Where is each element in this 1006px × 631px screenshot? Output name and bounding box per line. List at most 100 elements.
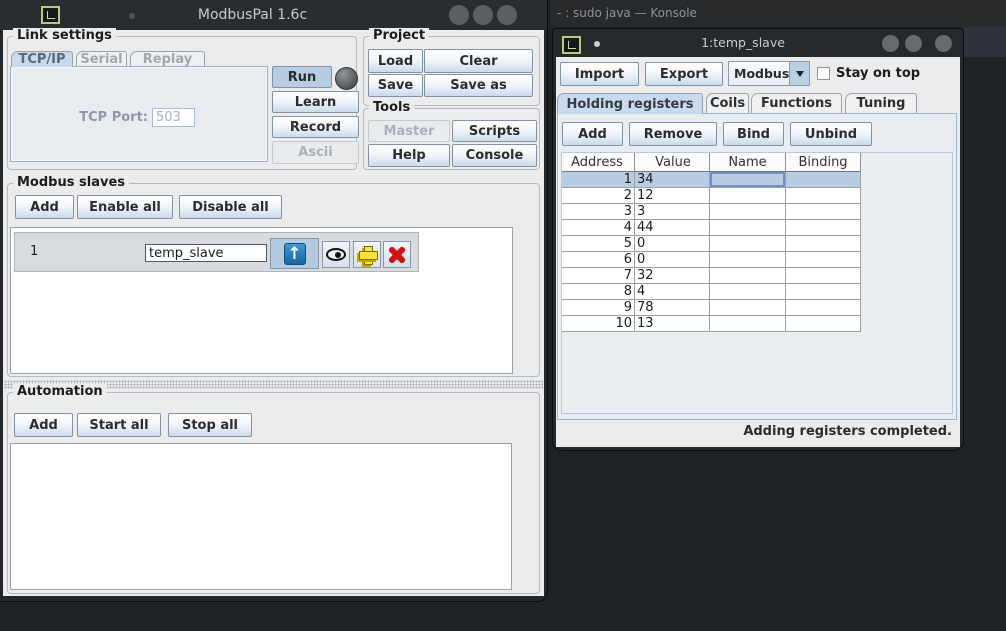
- table-cell[interactable]: 10: [562, 316, 635, 332]
- add-slave-button[interactable]: Add: [15, 195, 74, 219]
- slave-duplicate-button[interactable]: [353, 241, 381, 268]
- table-cell[interactable]: 6: [562, 252, 635, 268]
- start-all-button[interactable]: Start all: [77, 413, 161, 437]
- table-row[interactable]: 978: [562, 300, 861, 316]
- table-cell[interactable]: 1: [562, 172, 635, 188]
- add-automation-button[interactable]: Add: [14, 413, 73, 437]
- table-cell[interactable]: 0: [635, 252, 710, 268]
- table-cell[interactable]: 13: [635, 316, 710, 332]
- konsole-titlebar[interactable]: - : sudo java — Konsole: [551, 0, 1006, 27]
- table-cell[interactable]: [710, 236, 786, 252]
- run-button[interactable]: Run: [272, 66, 332, 88]
- table-cell[interactable]: [710, 172, 786, 188]
- tab-replay[interactable]: Replay: [130, 51, 205, 67]
- table-cell[interactable]: [786, 316, 861, 332]
- modbus-combobox[interactable]: Modbus: [728, 61, 810, 86]
- modbuspal-titlebar[interactable]: ModbusPal 1.6c: [0, 0, 547, 30]
- table-row[interactable]: 1013: [562, 316, 861, 332]
- table-cell[interactable]: 34: [635, 172, 710, 188]
- table-cell[interactable]: [710, 316, 786, 332]
- tab-holding-registers[interactable]: Holding registers: [557, 93, 703, 114]
- table-row[interactable]: 33: [562, 204, 861, 220]
- table-cell[interactable]: [786, 236, 861, 252]
- table-cell[interactable]: 5: [562, 236, 635, 252]
- console-button[interactable]: Console: [452, 144, 537, 167]
- slave-name-field[interactable]: [145, 244, 267, 262]
- record-button[interactable]: Record: [272, 116, 359, 138]
- table-cell[interactable]: [786, 252, 861, 268]
- tcp-port-field[interactable]: [152, 108, 195, 127]
- table-cell[interactable]: 12: [635, 188, 710, 204]
- table-cell[interactable]: [786, 300, 861, 316]
- table-cell[interactable]: [710, 220, 786, 236]
- table-cell[interactable]: [786, 204, 861, 220]
- tab-coils[interactable]: Coils: [706, 93, 749, 113]
- column-header-address[interactable]: Address: [562, 153, 635, 172]
- column-header-value[interactable]: Value: [635, 153, 710, 172]
- table-cell[interactable]: 4: [562, 220, 635, 236]
- table-cell[interactable]: 0: [635, 236, 710, 252]
- table-cell[interactable]: 2: [562, 188, 635, 204]
- close-button[interactable]: [497, 5, 517, 25]
- minimize-button[interactable]: [449, 5, 469, 25]
- slave-titlebar[interactable]: 1:temp_slave: [553, 29, 963, 57]
- table-cell[interactable]: 3: [635, 204, 710, 220]
- table-cell[interactable]: 4: [635, 284, 710, 300]
- stop-all-button[interactable]: Stop all: [168, 413, 252, 437]
- table-cell[interactable]: [786, 188, 861, 204]
- table-row[interactable]: 212: [562, 188, 861, 204]
- stay-on-top-checkbox[interactable]: [817, 67, 830, 80]
- slave-enable-toggle[interactable]: ↑: [270, 238, 319, 269]
- table-cell[interactable]: [710, 252, 786, 268]
- close-button[interactable]: [935, 35, 952, 52]
- help-button[interactable]: Help: [368, 144, 450, 167]
- import-button[interactable]: Import: [560, 62, 639, 86]
- column-header-binding[interactable]: Binding: [786, 153, 861, 172]
- combobox-arrow-button[interactable]: [789, 62, 809, 85]
- table-row[interactable]: 50: [562, 236, 861, 252]
- unbind-button[interactable]: Unbind: [790, 122, 872, 146]
- tab-tuning[interactable]: Tuning: [845, 93, 917, 113]
- tab-serial[interactable]: Serial: [76, 51, 127, 67]
- table-cell[interactable]: [786, 172, 861, 188]
- scripts-button[interactable]: Scripts: [452, 120, 537, 142]
- maximize-button[interactable]: [905, 35, 922, 52]
- table-cell[interactable]: [786, 284, 861, 300]
- table-cell[interactable]: [710, 204, 786, 220]
- table-cell[interactable]: 3: [562, 204, 635, 220]
- bind-button[interactable]: Bind: [723, 122, 784, 146]
- save-button[interactable]: Save: [368, 74, 423, 97]
- minimize-button[interactable]: [882, 35, 899, 52]
- maximize-button[interactable]: [473, 5, 493, 25]
- table-cell[interactable]: [710, 268, 786, 284]
- tab-functions[interactable]: Functions: [751, 93, 842, 113]
- table-cell[interactable]: 78: [635, 300, 710, 316]
- table-cell[interactable]: 32: [635, 268, 710, 284]
- slave-delete-button[interactable]: [383, 241, 411, 268]
- table-cell[interactable]: 8: [562, 284, 635, 300]
- table-cell[interactable]: 9: [562, 300, 635, 316]
- table-cell[interactable]: [710, 188, 786, 204]
- table-cell[interactable]: [786, 268, 861, 284]
- table-cell[interactable]: 7: [562, 268, 635, 284]
- table-cell[interactable]: 44: [635, 220, 710, 236]
- table-row[interactable]: 444: [562, 220, 861, 236]
- table-row[interactable]: 134: [562, 172, 861, 188]
- table-row[interactable]: 60: [562, 252, 861, 268]
- table-row[interactable]: 84: [562, 284, 861, 300]
- slave-row[interactable]: 1 ↑: [14, 232, 419, 272]
- remove-register-button[interactable]: Remove: [629, 122, 717, 146]
- clear-button[interactable]: Clear: [424, 49, 533, 73]
- table-cell[interactable]: [710, 300, 786, 316]
- tab-tcpip[interactable]: TCP/IP: [11, 51, 73, 67]
- disable-all-button[interactable]: Disable all: [179, 195, 282, 219]
- save-as-button[interactable]: Save as: [424, 74, 533, 97]
- table-row[interactable]: 732: [562, 268, 861, 284]
- add-register-button[interactable]: Add: [562, 122, 623, 146]
- slave-view-button[interactable]: [322, 241, 350, 268]
- column-header-name[interactable]: Name: [710, 153, 786, 172]
- table-cell[interactable]: [710, 284, 786, 300]
- enable-all-button[interactable]: Enable all: [77, 195, 173, 219]
- load-button[interactable]: Load: [368, 49, 423, 73]
- learn-button[interactable]: Learn: [272, 91, 359, 113]
